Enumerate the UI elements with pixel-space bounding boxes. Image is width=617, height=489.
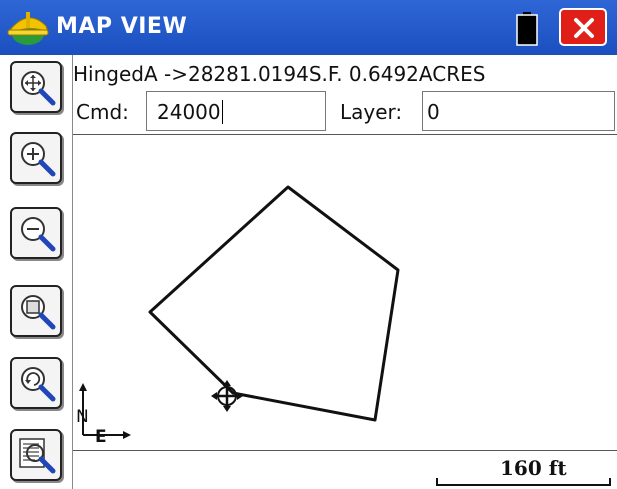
hardhat-logo-icon[interactable] — [6, 8, 52, 48]
layer-input[interactable]: 0 — [422, 91, 615, 131]
close-icon — [574, 18, 594, 38]
crosshair-cursor-icon[interactable] — [211, 380, 243, 412]
zoom-toolbar — [0, 55, 73, 489]
zoom-window-button[interactable] — [10, 285, 62, 337]
zoom-out-icon — [21, 217, 56, 252]
battery-icon — [516, 12, 538, 46]
cmd-label: Cmd: — [76, 100, 129, 124]
parcel-polygon — [148, 185, 400, 422]
status-info-text: HingedA ->28281.0194S.F. 0.6492ACRES — [73, 62, 486, 86]
title-bar: MAP VIEW — [0, 0, 617, 55]
divider — [73, 450, 617, 451]
zoom-window-icon — [21, 295, 56, 330]
zoom-out-button[interactable] — [10, 207, 62, 259]
map-drawing: N E — [76, 185, 400, 447]
cmd-input[interactable]: 24000 — [146, 91, 326, 131]
layer-input-value: 0 — [427, 100, 440, 124]
north-label: N — [76, 407, 89, 427]
zoom-in-button[interactable] — [10, 132, 62, 184]
zoom-list-icon — [19, 438, 56, 474]
zoom-extents-button[interactable] — [10, 61, 62, 113]
close-button[interactable] — [559, 8, 607, 46]
zoom-in-icon — [21, 142, 56, 177]
zoom-extents-icon — [21, 71, 56, 106]
zoom-previous-button[interactable] — [10, 357, 62, 409]
scale-bar — [436, 478, 611, 486]
scale-label: 160 ft — [500, 456, 567, 480]
text-cursor — [221, 100, 223, 124]
east-label: E — [95, 427, 107, 447]
cmd-input-value: 24000 — [157, 100, 221, 124]
zoom-previous-icon — [21, 367, 56, 402]
map-canvas[interactable]: N E — [73, 135, 617, 450]
zoom-list-button[interactable] — [10, 429, 62, 481]
window-title: MAP VIEW — [56, 14, 188, 39]
layer-label: Layer: — [340, 100, 403, 124]
